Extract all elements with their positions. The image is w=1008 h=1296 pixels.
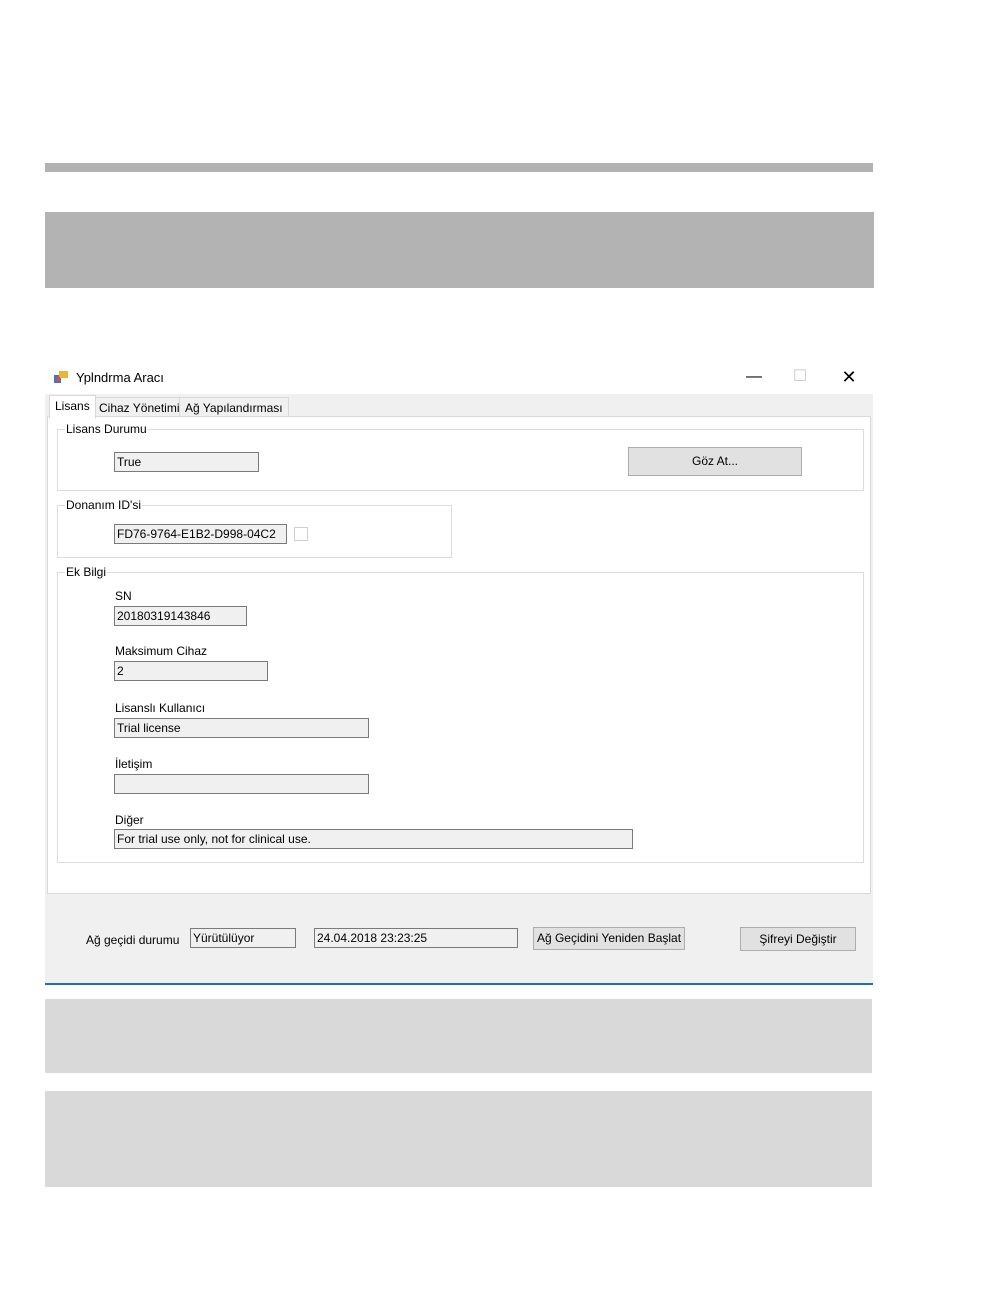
max-devices-field[interactable]: 2: [114, 661, 268, 681]
hardware-id-field[interactable]: FD76-9764-E1B2-D998-04C2: [114, 524, 287, 544]
contact-field[interactable]: [114, 774, 369, 794]
other-field[interactable]: For trial use only, not for clinical use…: [114, 829, 633, 849]
max-devices-label: Maksimum Cihaz: [115, 644, 208, 658]
hardware-id-group-title: Donanım ID'si: [65, 498, 142, 512]
restart-gateway-button[interactable]: Ağ Geçidini Yeniden Başlat: [533, 927, 685, 950]
other-label: Diğer: [115, 813, 144, 827]
maximize-button[interactable]: ☐: [785, 366, 815, 388]
close-button[interactable]: ✕: [834, 366, 864, 388]
change-password-button[interactable]: Şifreyi Değiştir: [740, 927, 856, 951]
licensed-user-field[interactable]: Trial license: [114, 718, 369, 738]
sn-label: SN: [115, 589, 132, 603]
gateway-timestamp-field[interactable]: 24.04.2018 23:23:25: [314, 928, 518, 948]
licensed-user-label: Lisanslı Kullanıcı: [115, 701, 206, 715]
gateway-status-label: Ağ geçidi durumu: [86, 933, 180, 947]
extra-info-group-title: Ek Bilgi: [65, 565, 108, 579]
license-status-field[interactable]: True: [114, 452, 259, 472]
app-window: Yplndrma Aracı — ☐ ✕ Lisans Cihaz Yöneti…: [45, 362, 873, 985]
contact-label: İletişim: [115, 757, 153, 771]
minimize-button[interactable]: —: [739, 366, 769, 388]
hardware-id-group: Donanım ID'si FD76-9764-E1B2-D998-04C2: [57, 498, 452, 558]
license-status-group: Lisans Durumu True Göz At...: [57, 422, 864, 491]
sn-field[interactable]: 20180319143846: [114, 606, 247, 626]
app-icon: [54, 371, 68, 383]
license-status-group-title: Lisans Durumu: [65, 422, 148, 436]
hardware-id-checkbox[interactable]: [294, 527, 308, 541]
gateway-status-field[interactable]: Yürütülüyor: [190, 928, 296, 948]
gray-placeholder-block: [45, 212, 874, 288]
window-title: Yplndrma Aracı: [76, 370, 164, 385]
lisans-tab-panel: Lisans Durumu True Göz At... Donanım ID'…: [47, 416, 871, 894]
tab-lisans[interactable]: Lisans: [49, 395, 96, 419]
browse-button[interactable]: Göz At...: [628, 447, 802, 476]
gray-placeholder-block: [45, 1091, 872, 1187]
gray-placeholder-block: [45, 999, 872, 1073]
title-bar: Yplndrma Aracı — ☐ ✕: [45, 362, 873, 394]
gray-placeholder-bar: [45, 163, 873, 172]
extra-info-group: Ek Bilgi SN 20180319143846 Maksimum Ciha…: [57, 565, 864, 863]
